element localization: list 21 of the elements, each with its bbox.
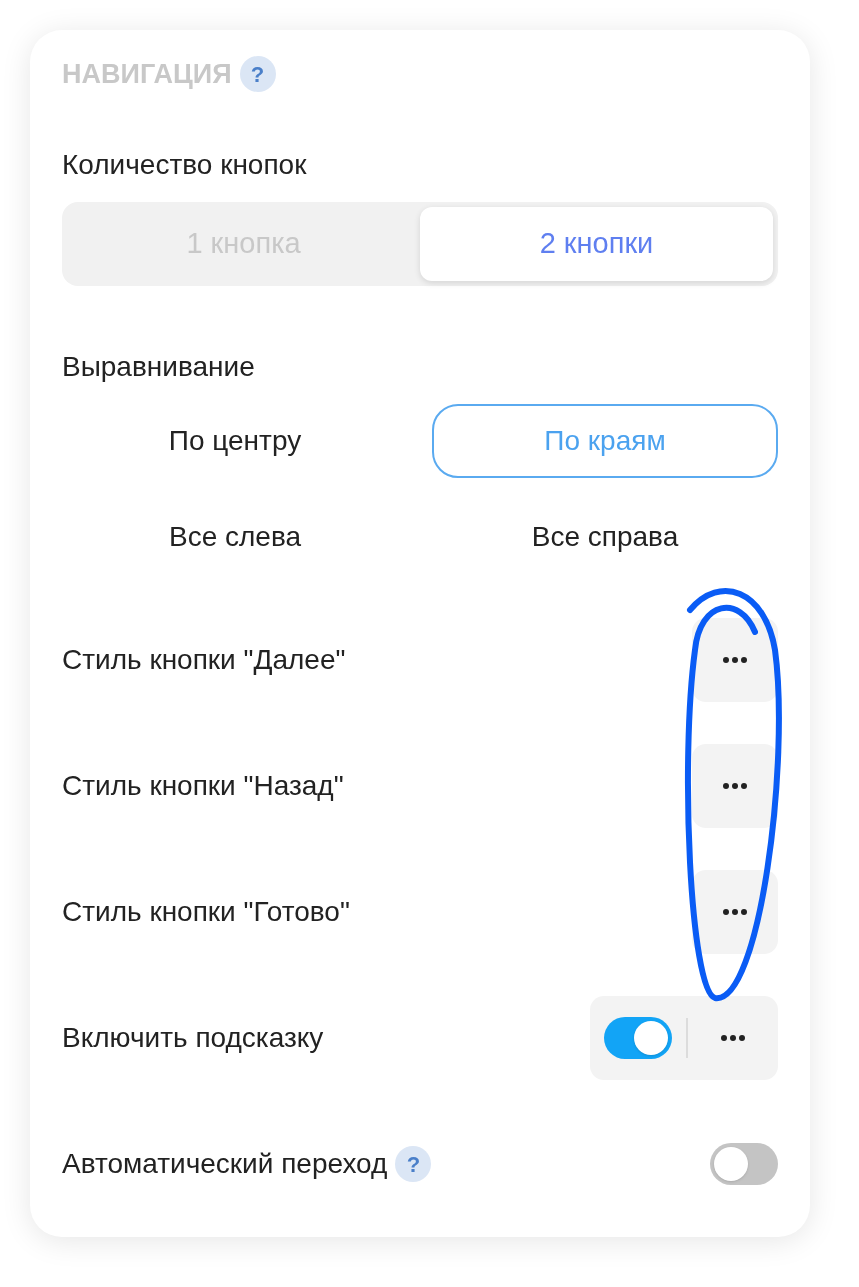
- more-icon: [723, 657, 747, 663]
- field-label: Выравнивание: [62, 350, 256, 384]
- alignment-option[interactable]: Все слева: [62, 500, 408, 574]
- segment-tab[interactable]: 2 кнопки: [420, 207, 773, 281]
- toggle-switch[interactable]: [604, 1017, 672, 1059]
- setting-label: Стиль кнопки "Готово": [62, 895, 350, 929]
- alignment-option[interactable]: По краям: [432, 404, 778, 478]
- setting-label: Стиль кнопки "Назад": [62, 769, 344, 803]
- help-badge[interactable]: ?: [395, 1146, 432, 1182]
- more-icon: [723, 909, 747, 915]
- more-button[interactable]: [692, 744, 778, 828]
- alignment-option[interactable]: По центру: [62, 404, 408, 478]
- setting-label: Включить подсказку: [62, 1021, 324, 1055]
- alignment-option[interactable]: Все справа: [432, 500, 778, 574]
- setting-label: Стиль кнопки "Далее": [62, 643, 346, 677]
- more-icon: [723, 783, 747, 789]
- toggle-switch[interactable]: [710, 1143, 778, 1185]
- help-badge[interactable]: ?: [239, 56, 276, 92]
- more-icon: [721, 1035, 745, 1041]
- field-label: Количество кнопок: [62, 148, 308, 182]
- setting-label: Автоматический переход: [62, 1147, 388, 1181]
